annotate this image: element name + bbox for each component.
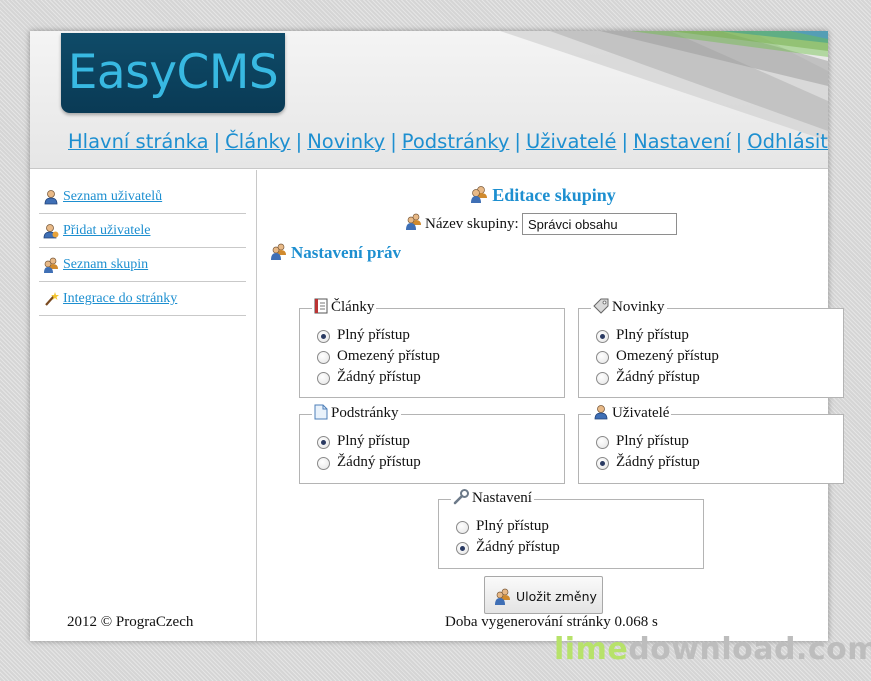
group-name-input[interactable]: [522, 213, 677, 235]
group-icon: [495, 588, 510, 605]
user-icon: [44, 190, 58, 205]
legend-users: Uživatelé: [591, 404, 672, 422]
nav-articles[interactable]: Články: [225, 130, 290, 153]
nav-subpages[interactable]: Podstránky: [402, 130, 510, 153]
nav-news[interactable]: Novinky: [307, 130, 385, 153]
nav-home[interactable]: Hlavní stránka: [68, 130, 209, 153]
group-icon: [471, 186, 488, 203]
generation-time: Doba vygenerování stránky 0.068 s: [445, 614, 658, 630]
tag-icon: [593, 298, 609, 314]
page-icon: [314, 404, 328, 420]
page-title: Editace skupiny: [258, 185, 828, 206]
group-icon: [406, 213, 421, 230]
sidebar-item-group-list[interactable]: Seznam skupin: [39, 248, 246, 282]
sidebar-item-label: Seznam uživatelů: [63, 189, 163, 204]
legend-news: Novinky: [591, 298, 667, 316]
nav-settings[interactable]: Nastavení: [633, 130, 731, 153]
save-button-label: Uložit změny: [516, 589, 597, 604]
fieldset-news: Novinky Plný přístup Omezený přístup Žád…: [578, 298, 844, 398]
page-title-text: Editace skupiny: [492, 185, 616, 205]
wrench-icon: [453, 489, 469, 505]
main-content: Editace skupiny Název skupiny: Nastavení…: [258, 170, 844, 641]
user-icon: [594, 405, 608, 420]
legend-settings: Nastavení: [451, 489, 534, 507]
sidebar-item-label: Přidat uživatele: [63, 223, 151, 238]
group-name-label: Název skupiny:: [425, 216, 519, 232]
group-icon: [271, 243, 286, 260]
sidebar-item-add-user[interactable]: Přidat uživatele: [39, 214, 246, 248]
header: EasyCMS Hlavní stránka | Články | Novinky | Po…: [30, 31, 828, 169]
sidebar-item-label: Seznam skupin: [63, 257, 149, 272]
legend-articles: Články: [312, 298, 377, 316]
legend-subpages: Podstránky: [312, 404, 401, 422]
sidebar-item-user-list[interactable]: Seznam uživatelů: [39, 180, 246, 214]
watermark: limedownload.com: [554, 632, 871, 667]
group-icon: [44, 257, 58, 273]
sidebar-item-integration[interactable]: Integrace do stránky: [39, 282, 246, 316]
nav-users[interactable]: Uživatelé: [526, 130, 616, 153]
article-icon: [314, 298, 328, 314]
permissions-title-text: Nastavení práv: [291, 243, 402, 262]
fieldset-settings: Nastavení Plný přístup Žádný přístup: [438, 489, 704, 569]
copyright: 2012 © PrograCzech: [67, 614, 194, 630]
save-button[interactable]: Uložit změny: [484, 576, 603, 614]
user-add-icon: [43, 224, 59, 239]
fieldset-users: Uživatelé Plný přístup Žádný přístup: [578, 404, 844, 484]
sidebar: Seznam uživatelů Přidat uživatele Seznam…: [30, 170, 257, 641]
logo[interactable]: EasyCMS: [61, 33, 285, 113]
permissions-title: Nastavení práv: [270, 243, 401, 263]
nav-logout[interactable]: Odhlásit se: [747, 130, 828, 153]
magic-wand-icon: [45, 292, 59, 306]
fieldset-subpages: Podstránky Plný přístup Žádný přístup: [299, 404, 565, 484]
main-nav: Hlavní stránka | Články | Novinky | Podstránky…: [68, 130, 828, 156]
page-container: EasyCMS Hlavní stránka | Články | Novinky | Po…: [30, 31, 844, 641]
sidebar-item-label: Integrace do stránky: [63, 291, 178, 306]
fieldset-articles: Články Plný přístup Omezený přístup Žádn…: [299, 298, 565, 398]
